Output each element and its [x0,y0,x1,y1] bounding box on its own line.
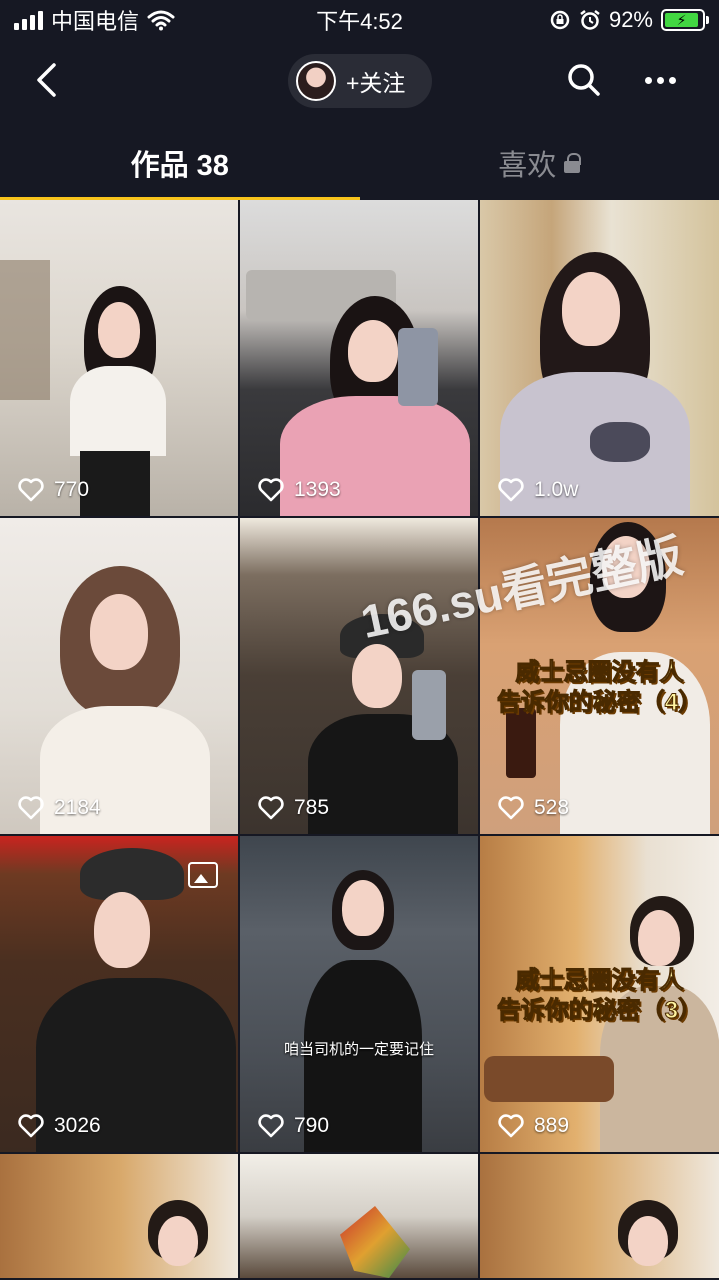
video-thumbnail[interactable]: 770 [0,200,238,516]
video-thumbnail[interactable]: 咱当司机的一定要记住 790 [240,836,478,1152]
video-caption: 咱当司机的一定要记住 [283,1041,434,1058]
heart-icon [18,478,44,502]
like-count-value: 3026 [54,1114,101,1137]
search-icon [568,64,600,96]
like-count: 3026 [18,1114,101,1138]
status-bar: 中国电信 下午4:52 92% ⚡ [0,0,719,40]
video-title-line1: 威士忌圈没有人 [515,967,684,995]
video-title-overlay: 威士忌圈没有人 告诉你的秘密（3） [492,966,707,1026]
wifi-icon [147,10,175,31]
like-count-value: 785 [294,796,330,819]
tab-likes-label: 喜欢 [498,150,557,182]
battery-icon: ⚡ [661,9,709,31]
like-count: 785 [258,796,329,820]
signal-icon [14,10,43,30]
video-thumbnail[interactable]: 1.0w [480,200,719,516]
profile-tabs: 作品 38 喜欢 [0,126,719,200]
more-dot-icon [644,76,652,84]
video-thumbnail[interactable]: 1393 [240,200,478,516]
carrier-label: 中国电信 [51,9,140,34]
like-count: 770 [18,478,89,502]
heart-icon [498,796,524,820]
like-count-value: 1.0w [534,478,579,501]
alarm-icon [580,10,600,30]
status-right: 92% ⚡ [549,7,709,33]
heart-icon [258,1114,284,1138]
like-count-value: 1393 [294,478,341,501]
follow-label: +关注 [346,70,406,96]
video-title-line1: 威士忌圈没有人 [515,659,684,687]
more-dot-icon [656,76,664,84]
heart-icon [498,478,524,502]
like-count: 1.0w [498,478,578,502]
nav-bar: +关注 [0,42,719,122]
tab-works-label: 作品 38 [130,150,229,182]
video-thumbnail[interactable]: 威士忌圈没有人 告诉你的秘密（4） 528 [480,518,719,834]
video-thumbnail[interactable] [0,1154,238,1278]
heart-icon [258,478,284,502]
video-thumbnail[interactable] [240,1154,478,1278]
like-count: 790 [258,1114,329,1138]
like-count-value: 889 [534,1114,570,1137]
like-count-value: 770 [54,478,90,501]
like-count: 528 [498,796,569,820]
heart-icon [498,1114,524,1138]
lock-icon [564,153,582,173]
video-thumbnail[interactable]: 785 [240,518,478,834]
like-count: 889 [498,1114,569,1138]
status-left: 中国电信 [14,4,175,36]
video-thumbnail[interactable] [480,1154,719,1278]
like-count-value: 2184 [54,796,101,819]
more-dot-icon [668,76,676,84]
battery-percent: 92% [608,7,653,32]
video-thumbnail[interactable]: 2184 [0,518,238,834]
rotation-lock-icon [550,10,570,30]
video-title-line2: 告诉你的秘密（4） [496,689,703,717]
heart-icon [18,1114,44,1138]
video-title-line2: 告诉你的秘密（3） [496,997,703,1025]
like-count-value: 790 [294,1114,330,1137]
chevron-left-icon [37,63,56,97]
back-button[interactable] [22,56,70,104]
avatar[interactable] [296,61,336,101]
heart-icon [18,796,44,820]
tab-likes[interactable]: 喜欢 [360,126,719,200]
video-thumbnail[interactable]: 威士忌圈没有人 告诉你的秘密（3） 889 [480,836,719,1152]
search-button[interactable] [560,56,608,104]
heart-icon [258,796,284,820]
gallery-icon [188,862,218,888]
video-thumbnail[interactable]: 3026 [0,836,238,1152]
video-title-overlay: 威士忌圈没有人 告诉你的秘密（4） [492,658,707,718]
like-count: 2184 [18,796,101,820]
like-count: 1393 [258,478,341,502]
video-grid: 770 1393 1.0w 2184 785 威士忌圈没有人 告诉你的秘密（4）… [0,200,719,1278]
like-count-value: 528 [534,796,570,819]
tab-works[interactable]: 作品 38 [0,126,360,200]
follow-button[interactable]: +关注 [288,54,432,108]
more-button[interactable] [636,56,684,104]
